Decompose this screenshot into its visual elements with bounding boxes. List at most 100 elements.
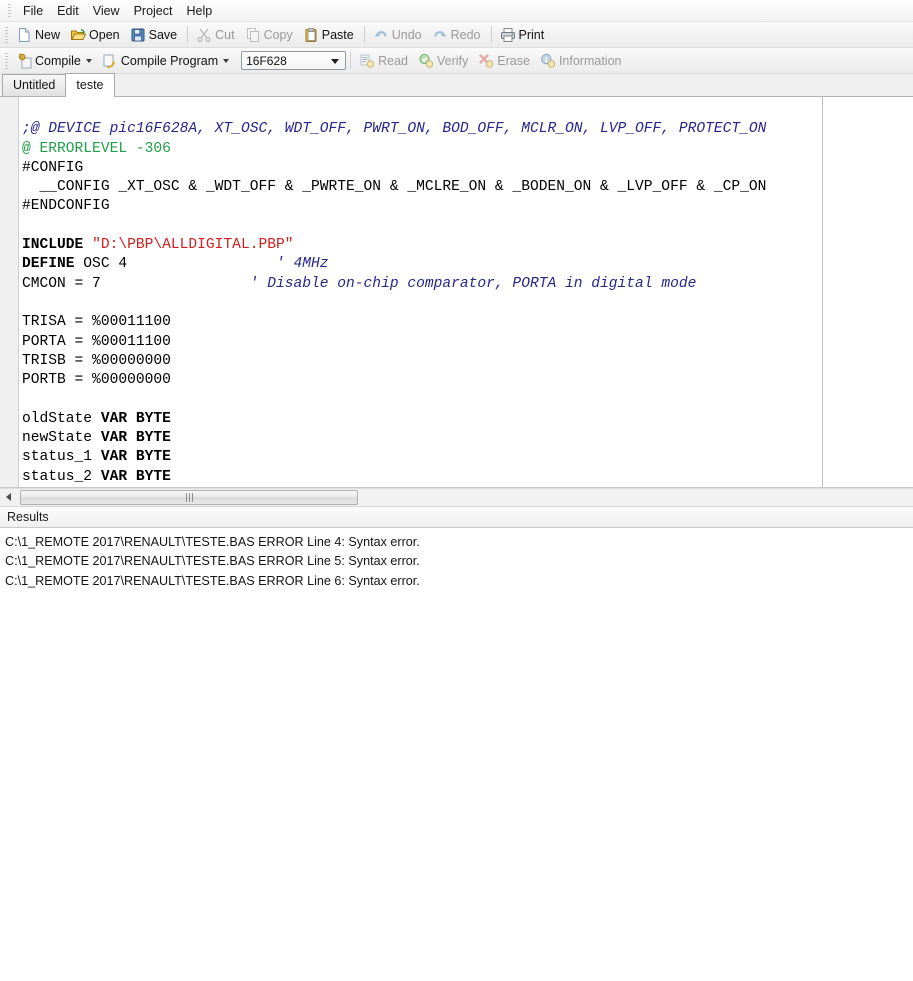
tab-teste-label: teste	[76, 78, 103, 92]
device-select-value: 16F628	[246, 54, 287, 68]
chevron-down-icon[interactable]	[223, 59, 229, 63]
chevron-down-icon[interactable]	[86, 59, 92, 63]
menu-bar: File Edit View Project Help	[0, 0, 913, 22]
code-token: CMCON = 7	[22, 276, 250, 292]
save-button-label: Save	[149, 28, 178, 42]
tab-untitled[interactable]: Untitled	[2, 74, 66, 96]
code-token: VAR BYTE	[101, 449, 171, 465]
menu-item-file[interactable]: File	[16, 2, 50, 20]
compile-button[interactable]: Compile	[12, 50, 98, 72]
code-line: DEFINE OSC 4 ' 4MHz	[22, 255, 913, 274]
erase-icon	[478, 53, 494, 69]
undo-button[interactable]: Undo	[369, 24, 428, 46]
verify-button[interactable]: Verify	[414, 50, 474, 72]
read-button[interactable]: Read	[355, 50, 414, 72]
code-editor[interactable]: ;@ DEVICE pic16F628A, XT_OSC, WDT_OFF, P…	[0, 97, 913, 488]
code-token: oldState	[22, 411, 101, 427]
menu-item-view[interactable]: View	[86, 2, 127, 20]
code-token: OSC 4	[75, 256, 276, 272]
code-line	[22, 101, 913, 120]
scrollbar-track[interactable]	[16, 490, 913, 505]
printer-icon	[500, 27, 516, 43]
menu-item-project[interactable]: Project	[127, 2, 180, 20]
results-title: Results	[7, 510, 49, 524]
copy-button[interactable]: Copy	[241, 24, 299, 46]
code-line: status_2 VAR BYTE	[22, 468, 913, 487]
code-line: PORTB = %00000000	[22, 371, 913, 390]
menu-item-edit[interactable]: Edit	[50, 2, 86, 20]
code-token: ' 4MHz	[276, 256, 329, 272]
scroll-left-button[interactable]	[0, 490, 16, 505]
code-token: VAR BYTE	[101, 469, 171, 485]
menu-item-help[interactable]: Help	[179, 2, 219, 20]
code-token: status_1	[22, 449, 101, 465]
cut-button[interactable]: Cut	[192, 24, 240, 46]
redo-arrow-icon	[432, 27, 448, 43]
code-token: INCLUDE	[22, 237, 92, 253]
result-line: C:\1_REMOTE 2017\RENAULT\TESTE.BAS ERROR…	[5, 533, 913, 553]
erase-button-label: Erase	[497, 54, 530, 68]
scrollbar-thumb[interactable]	[20, 490, 358, 505]
compile-program-button-label: Compile Program	[121, 54, 218, 68]
open-folder-icon	[70, 27, 86, 43]
compile-program-button[interactable]: Compile Program	[98, 50, 235, 72]
code-token: @ ERRORLEVEL -306	[22, 141, 171, 157]
open-button[interactable]: Open	[66, 24, 126, 46]
code-line: ;@ DEVICE pic16F628A, XT_OSC, WDT_OFF, P…	[22, 120, 913, 139]
read-button-label: Read	[378, 54, 408, 68]
copy-button-label: Copy	[264, 28, 293, 42]
code-line: CMCON = 7 ' Disable on-chip comparator, …	[22, 275, 913, 294]
new-button[interactable]: New	[12, 24, 66, 46]
code-line: PORTA = %00011100	[22, 333, 913, 352]
main-toolbar: New Open Save Cut Copy	[0, 22, 913, 48]
code-line: INCLUDE "D:\PBP\ALLDIGITAL.PBP"	[22, 236, 913, 255]
compile-gear-icon	[16, 53, 32, 69]
redo-button[interactable]: Redo	[428, 24, 487, 46]
result-line: C:\1_REMOTE 2017\RENAULT\TESTE.BAS ERROR…	[5, 552, 913, 572]
floppy-disk-icon	[130, 27, 146, 43]
new-button-label: New	[35, 28, 60, 42]
grip-icon	[186, 493, 193, 502]
code-line	[22, 217, 913, 236]
code-token: ;@ DEVICE pic16F628A, XT_OSC, WDT_OFF, P…	[22, 121, 766, 137]
toolbar-gripper-icon	[5, 53, 8, 69]
paste-button-label: Paste	[322, 28, 354, 42]
editor-gutter	[0, 97, 19, 487]
code-line: TRISA = %00011100	[22, 313, 913, 332]
code-line: newState VAR BYTE	[22, 429, 913, 448]
information-button-label: Information	[559, 54, 622, 68]
results-output[interactable]: C:\1_REMOTE 2017\RENAULT\TESTE.BAS ERROR…	[0, 528, 913, 981]
undo-arrow-icon	[373, 27, 389, 43]
paste-button[interactable]: Paste	[299, 24, 360, 46]
document-tabstrip: Untitled teste	[0, 74, 913, 97]
code-token: PORTA = %00011100	[22, 334, 171, 350]
code-line: #CONFIG	[22, 159, 913, 178]
verify-check-icon	[418, 53, 434, 69]
code-token: VAR BYTE	[101, 430, 171, 446]
new-document-icon	[16, 27, 32, 43]
code-line	[22, 294, 913, 313]
erase-button[interactable]: Erase	[474, 50, 536, 72]
results-header: Results	[0, 506, 913, 528]
editor-horizontal-scrollbar[interactable]	[0, 488, 913, 506]
code-line: @ ERRORLEVEL -306	[22, 140, 913, 159]
chevron-down-icon[interactable]	[331, 59, 339, 64]
clipboard-icon	[303, 27, 319, 43]
tab-teste[interactable]: teste	[65, 73, 114, 97]
print-button[interactable]: Print	[496, 24, 551, 46]
application-window: File Edit View Project Help New Open Sav…	[0, 0, 913, 981]
code-token: TRISA = %00011100	[22, 314, 171, 330]
compile-toolbar: Compile Compile Program 16F628 Read	[0, 48, 913, 74]
code-line: #ENDCONFIG	[22, 197, 913, 216]
code-line	[22, 390, 913, 409]
code-text-area[interactable]: ;@ DEVICE pic16F628A, XT_OSC, WDT_OFF, P…	[22, 101, 913, 487]
device-select[interactable]: 16F628	[241, 51, 346, 70]
print-button-label: Print	[519, 28, 545, 42]
toolbar-separator	[364, 26, 365, 43]
open-button-label: Open	[89, 28, 120, 42]
menu-gripper-icon	[8, 4, 11, 18]
scissors-icon	[196, 27, 212, 43]
save-button[interactable]: Save	[126, 24, 184, 46]
information-button[interactable]: Information	[536, 50, 628, 72]
code-token: PORTB = %00000000	[22, 372, 171, 388]
